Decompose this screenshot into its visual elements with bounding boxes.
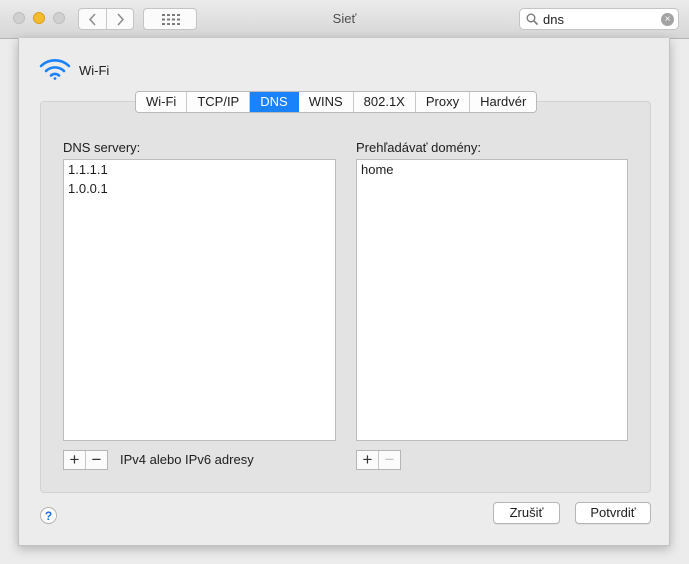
list-item[interactable]: home	[357, 160, 627, 179]
interface-name: Wi-Fi	[79, 63, 110, 78]
tab-tcpip[interactable]: TCP/IP	[187, 92, 251, 112]
network-preferences-window: Sieť dns × Wi-Fi Wi-Fi TCP/IP DNS WINS 8…	[0, 0, 689, 564]
search-field[interactable]: dns ×	[519, 8, 679, 30]
tab-bar: Wi-Fi TCP/IP DNS WINS 802.1X Proxy Hardv…	[135, 91, 538, 113]
list-item[interactable]: 1.0.0.1	[64, 179, 335, 198]
help-button[interactable]: ?	[40, 507, 57, 524]
tab-hardware[interactable]: Hardvér	[470, 92, 537, 112]
search-icon	[526, 13, 539, 26]
search-domains-label: Prehľadávať domény:	[356, 140, 482, 155]
dns-servers-label: DNS servery:	[63, 140, 141, 155]
search-input[interactable]: dns	[543, 12, 564, 27]
remove-search-domain-button[interactable]: −	[378, 451, 400, 469]
toolbar: Sieť dns ×	[0, 0, 689, 39]
list-item[interactable]: 1.1.1.1	[64, 160, 335, 179]
tab-dns[interactable]: DNS	[250, 92, 299, 112]
tab-wins[interactable]: WINS	[298, 92, 354, 112]
search-domains-add-remove: + −	[356, 450, 401, 470]
tab-proxy[interactable]: Proxy	[415, 92, 471, 112]
remove-dns-server-button[interactable]: −	[85, 451, 107, 469]
tab-wifi[interactable]: Wi-Fi	[136, 92, 188, 112]
tab-8021x[interactable]: 802.1X	[353, 92, 416, 112]
clear-search-icon[interactable]: ×	[661, 13, 674, 26]
ok-button[interactable]: Potvrdiť	[575, 502, 651, 524]
search-domains-list[interactable]: home	[356, 159, 628, 441]
wifi-icon	[39, 59, 71, 80]
add-search-domain-button[interactable]: +	[357, 451, 378, 469]
cancel-button[interactable]: Zrušiť	[493, 502, 560, 524]
dns-hint: IPv4 alebo IPv6 adresy	[120, 452, 254, 467]
add-dns-server-button[interactable]: +	[64, 451, 85, 469]
dns-servers-add-remove: + −	[63, 450, 108, 470]
dns-servers-list[interactable]: 1.1.1.1 1.0.0.1	[63, 159, 336, 441]
dns-settings-sheet: Wi-Fi Wi-Fi TCP/IP DNS WINS 802.1X Proxy…	[18, 38, 670, 546]
